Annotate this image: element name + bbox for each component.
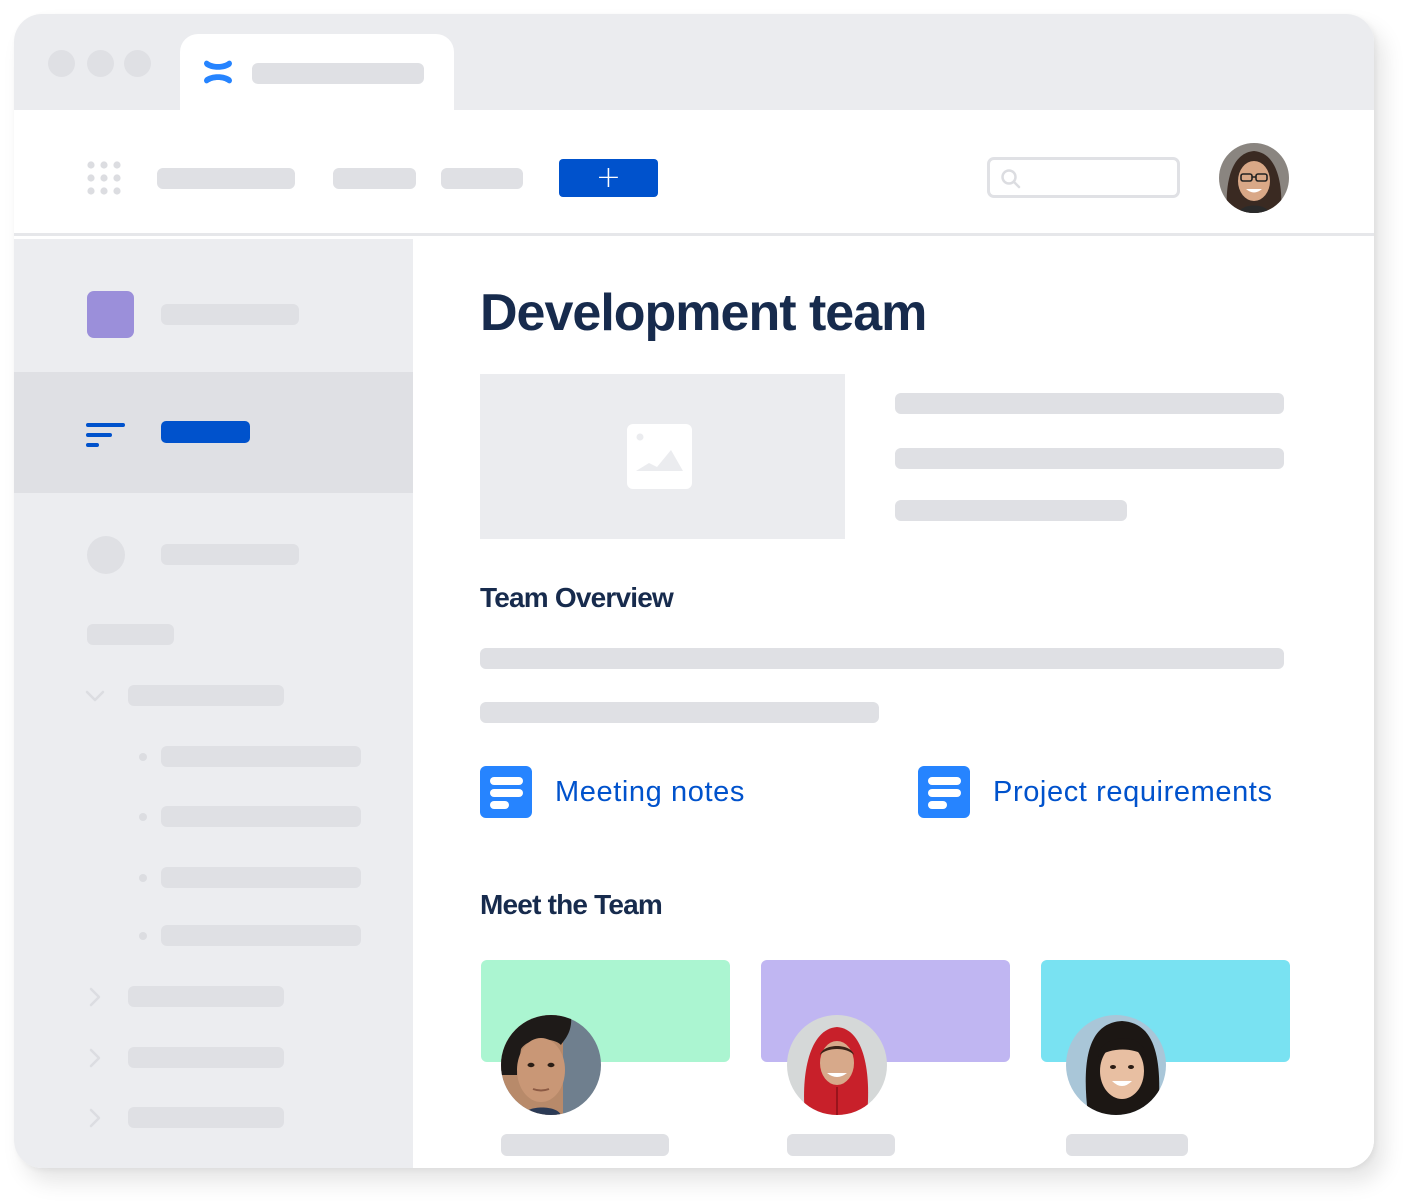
profile-avatar[interactable] [1219,143,1289,213]
sidebar-circle-icon [87,536,125,574]
chevron-right-icon[interactable] [84,1107,106,1129]
sidebar-child-item[interactable] [161,925,361,946]
search-input[interactable] [1030,164,1170,192]
sidebar-child-item[interactable] [161,746,361,767]
team-member-name [1066,1134,1188,1156]
window-minimize-button[interactable] [87,50,114,77]
chevron-right-icon[interactable] [84,986,106,1008]
team-member-name [501,1134,669,1156]
bullet-icon [139,813,147,821]
sidebar-item-label[interactable] [161,544,299,565]
chevron-right-icon[interactable] [84,1047,106,1069]
tab-title [252,63,424,84]
team-member-name [787,1134,895,1156]
document-icon [918,766,970,818]
browser-window: + Development team Team Overview Meeting… [14,14,1374,1168]
chevron-down-icon[interactable] [84,685,106,707]
search-icon [1001,169,1021,189]
app-switcher-grid-icon[interactable] [86,160,124,198]
team-member-card[interactable] [1041,960,1290,1160]
nav-item-3[interactable] [441,168,523,189]
pages-list-icon [86,423,125,447]
sidebar-tree-item-expanded[interactable] [128,685,284,706]
project-requirements-label: Project requirements [993,775,1273,808]
team-member-avatar [787,1015,887,1115]
summary-line [895,393,1284,414]
window-close-button[interactable] [48,50,75,77]
meeting-notes-label: Meeting notes [555,775,745,808]
create-button[interactable]: + [559,159,658,197]
sidebar-tree-item-collapsed[interactable] [128,986,284,1007]
space-name[interactable] [161,304,299,325]
summary-line [895,500,1127,521]
bullet-icon [139,753,147,761]
project-requirements-link[interactable]: Project requirements [918,766,1273,818]
overview-text-line [480,648,1284,669]
overview-text-line [480,702,879,723]
sidebar-tree-item-collapsed[interactable] [128,1047,284,1068]
hero-image-placeholder [480,374,845,539]
nav-item-1[interactable] [157,168,295,189]
browser-tab[interactable] [180,34,454,112]
user-photo-icon [1219,143,1289,213]
team-member-avatar [501,1015,601,1115]
top-navigation: + [14,110,1374,236]
sidebar-selected-label [161,421,250,443]
window-maximize-button[interactable] [124,50,151,77]
bullet-icon [139,874,147,882]
image-placeholder-icon [627,424,692,489]
sidebar-child-item[interactable] [161,806,361,827]
team-member-card[interactable] [761,960,1010,1160]
sidebar-item-pages-selected[interactable] [14,372,413,493]
confluence-logo-icon [204,60,232,84]
meeting-notes-link[interactable]: Meeting notes [480,766,745,818]
team-member-avatar [1066,1015,1166,1115]
page-title: Development team [480,284,927,342]
meet-the-team-heading: Meet the Team [480,889,663,920]
sidebar [14,239,413,1168]
bullet-icon [139,932,147,940]
page-content: Development team Team Overview Meeting n… [413,239,1374,1168]
team-overview-heading: Team Overview [480,582,674,613]
document-icon [480,766,532,818]
team-member-card[interactable] [481,960,730,1160]
nav-item-2[interactable] [333,168,416,189]
sidebar-section-heading [87,624,174,645]
tab-bar [14,14,1374,112]
summary-line [895,448,1284,469]
search-field[interactable] [987,157,1180,198]
sidebar-tree-item-collapsed[interactable] [128,1107,284,1128]
space-avatar-icon[interactable] [87,291,134,338]
sidebar-child-item[interactable] [161,867,361,888]
